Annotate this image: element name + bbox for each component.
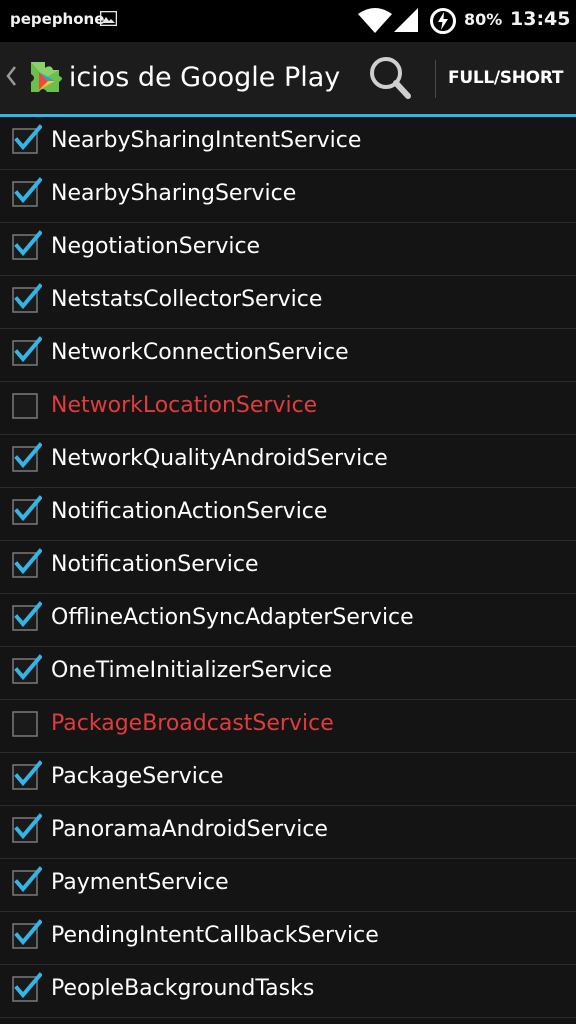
service-name: NetstatsCollectorService [51,287,323,312]
status-bar: pepephone 80% 13:45 [0,0,576,42]
service-row[interactable]: NearbySharingService [0,170,576,223]
service-row[interactable]: PeopleBackgroundTasks [0,965,576,1018]
battery-charging-icon [429,7,457,39]
service-checkbox-checked[interactable] [12,230,43,260]
service-checkbox-checked[interactable] [12,495,43,525]
image-notification-icon [99,10,118,27]
service-row[interactable] [0,1018,576,1024]
service-name: NetworkConnectionService [51,340,349,365]
service-checkbox-checked[interactable] [12,760,43,790]
battery-percentage: 80% [464,10,503,29]
service-checkbox-unchecked[interactable] [12,707,38,737]
service-row[interactable]: NotificationActionService [0,488,576,541]
service-name: PendingIntentCallbackService [51,923,379,948]
service-row[interactable]: PendingIntentCallbackService [0,912,576,965]
service-row[interactable]: NetstatsCollectorService [0,276,576,329]
service-row[interactable]: NetworkQualityAndroidService [0,435,576,488]
service-row[interactable]: PaymentService [0,859,576,912]
service-name: PanoramaAndroidService [51,817,328,842]
service-name: NotificationActionService [51,499,328,524]
status-clock: 13:45 [510,8,571,30]
service-row[interactable]: PanoramaAndroidService [0,806,576,859]
service-row[interactable]: OfflineActionSyncAdapterService [0,594,576,647]
wifi-icon [358,8,392,38]
title-container: Servicios de Google Play [70,42,354,114]
service-row[interactable]: NetworkLocationService [0,382,576,435]
service-checkbox-checked[interactable] [12,813,43,843]
service-name: NotificationService [51,552,259,577]
google-play-services-app-icon[interactable] [25,54,67,100]
page-title: Servicios de Google Play [70,62,341,93]
action-divider [435,60,436,98]
service-row[interactable]: NegotiationService [0,223,576,276]
service-name: NegotiationService [51,234,261,259]
cell-signal-icon [394,8,418,36]
service-name: PeopleBackgroundTasks [51,976,315,1001]
search-button[interactable] [362,52,418,104]
service-checkbox-checked[interactable] [12,177,43,207]
service-row[interactable]: PackageService [0,753,576,806]
carrier-name: pepephone [10,10,105,28]
back-chevron-icon[interactable] [5,64,17,92]
service-checkbox-checked[interactable] [12,283,43,313]
screen: pepephone 80% 13:45 icios de Google Play… [0,0,576,1024]
service-name: OneTimeInitializerService [51,658,333,683]
full-short-toggle-button[interactable]: FULL/SHORT [448,68,563,88]
service-name: NearbySharingIntentService [51,128,362,153]
service-row[interactable]: NotificationService [0,541,576,594]
service-list: NearbySharingIntentService NearbySharingS… [0,117,576,1024]
service-checkbox-checked[interactable] [12,919,43,949]
service-checkbox-checked[interactable] [12,442,43,472]
service-row[interactable]: OneTimeInitializerService [0,647,576,700]
service-checkbox-checked[interactable] [12,548,43,578]
service-row[interactable]: NearbySharingIntentService [0,117,576,170]
service-row[interactable]: PackageBroadcastService [0,700,576,753]
service-checkbox-checked[interactable] [12,601,43,631]
service-checkbox-checked[interactable] [12,866,43,896]
service-name: PaymentService [51,870,229,895]
service-name: NetworkLocationService [51,393,318,418]
service-checkbox-checked[interactable] [12,124,43,154]
service-name: OfflineActionSyncAdapterService [51,605,414,630]
service-name: NetworkQualityAndroidService [51,446,388,471]
service-checkbox-checked[interactable] [12,336,43,366]
service-name: NearbySharingService [51,181,297,206]
service-checkbox-checked[interactable] [12,972,43,1002]
service-checkbox-checked[interactable] [12,654,43,684]
service-row[interactable]: NetworkConnectionService [0,329,576,382]
service-checkbox-unchecked[interactable] [12,389,38,419]
action-bar: Servicios de Google Play FULL/SHORT [0,42,576,117]
service-name: PackageBroadcastService [51,711,334,736]
service-name: PackageService [51,764,224,789]
